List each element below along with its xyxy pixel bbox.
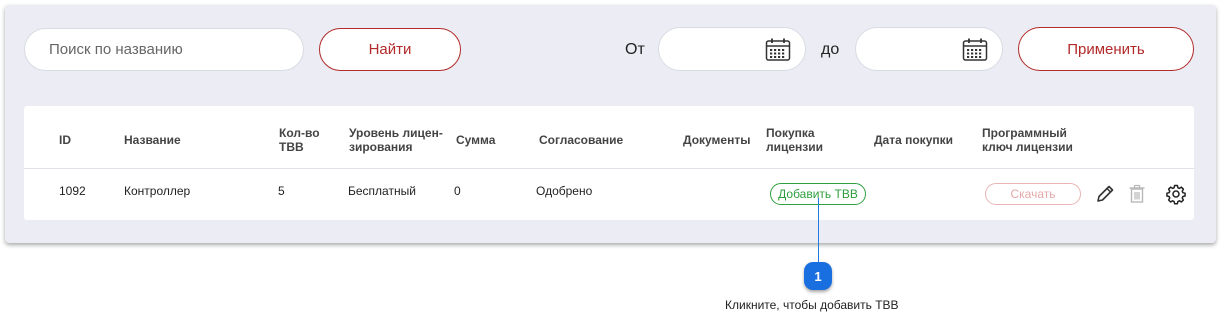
header-purchase-line1: Покупка	[766, 126, 815, 140]
header-divider	[24, 168, 1194, 169]
licenses-table: ID Название Кол-во ТВВ Уровень лицен- зи…	[24, 106, 1194, 220]
cell-approval: Одобрено	[536, 184, 593, 198]
header-level-line1: Уровень лицен-	[349, 126, 443, 140]
header-purchase-line2: лицензии	[766, 140, 824, 154]
edit-icon[interactable]	[1094, 183, 1116, 205]
date-from-field[interactable]	[658, 27, 806, 71]
calendar-icon[interactable]	[962, 38, 988, 62]
to-label: до	[821, 41, 840, 58]
header-count[interactable]: Кол-во ТВВ	[279, 126, 320, 154]
callout-line	[818, 198, 819, 262]
cell-level: Бесплатный	[348, 184, 416, 198]
cell-sum: 0	[454, 184, 461, 198]
header-name[interactable]: Название	[124, 133, 181, 147]
trash-icon[interactable]	[1126, 183, 1148, 205]
header-approval[interactable]: Согласование	[539, 133, 623, 147]
find-button[interactable]: Найти	[319, 28, 461, 71]
header-level-line2: зирования	[349, 140, 413, 154]
apply-button[interactable]: Применить	[1018, 27, 1194, 71]
gear-icon[interactable]	[1165, 183, 1187, 205]
cell-name: Контроллер	[124, 184, 191, 198]
header-id[interactable]: ID	[59, 133, 71, 147]
header-sum[interactable]: Сумма	[456, 133, 495, 147]
calendar-icon[interactable]	[765, 38, 791, 62]
search-input[interactable]	[24, 28, 304, 71]
header-key-line2: ключ лицензии	[982, 140, 1073, 154]
from-label: От	[625, 41, 645, 58]
date-to-field[interactable]	[855, 27, 1003, 71]
header-level[interactable]: Уровень лицен- зирования	[349, 126, 443, 154]
cell-count: 5	[278, 184, 285, 198]
header-count-line2: ТВВ	[279, 140, 304, 154]
header-license-key[interactable]: Программный ключ лицензии	[982, 126, 1073, 154]
callout-text: Кликните, чтобы добавить ТВВ	[725, 298, 899, 312]
header-purchase[interactable]: Покупка лицензии	[766, 126, 823, 154]
header-documents[interactable]: Документы	[683, 133, 750, 147]
cell-id: 1092	[59, 184, 86, 198]
header-key-line1: Программный	[982, 126, 1067, 140]
callout-badge: 1	[804, 262, 832, 290]
download-key-button[interactable]: Скачать	[985, 183, 1081, 205]
header-count-line1: Кол-во	[279, 126, 320, 140]
header-purchase-date[interactable]: Дата покупки	[874, 133, 953, 147]
filter-panel: Найти От до Примени	[5, 5, 1216, 243]
